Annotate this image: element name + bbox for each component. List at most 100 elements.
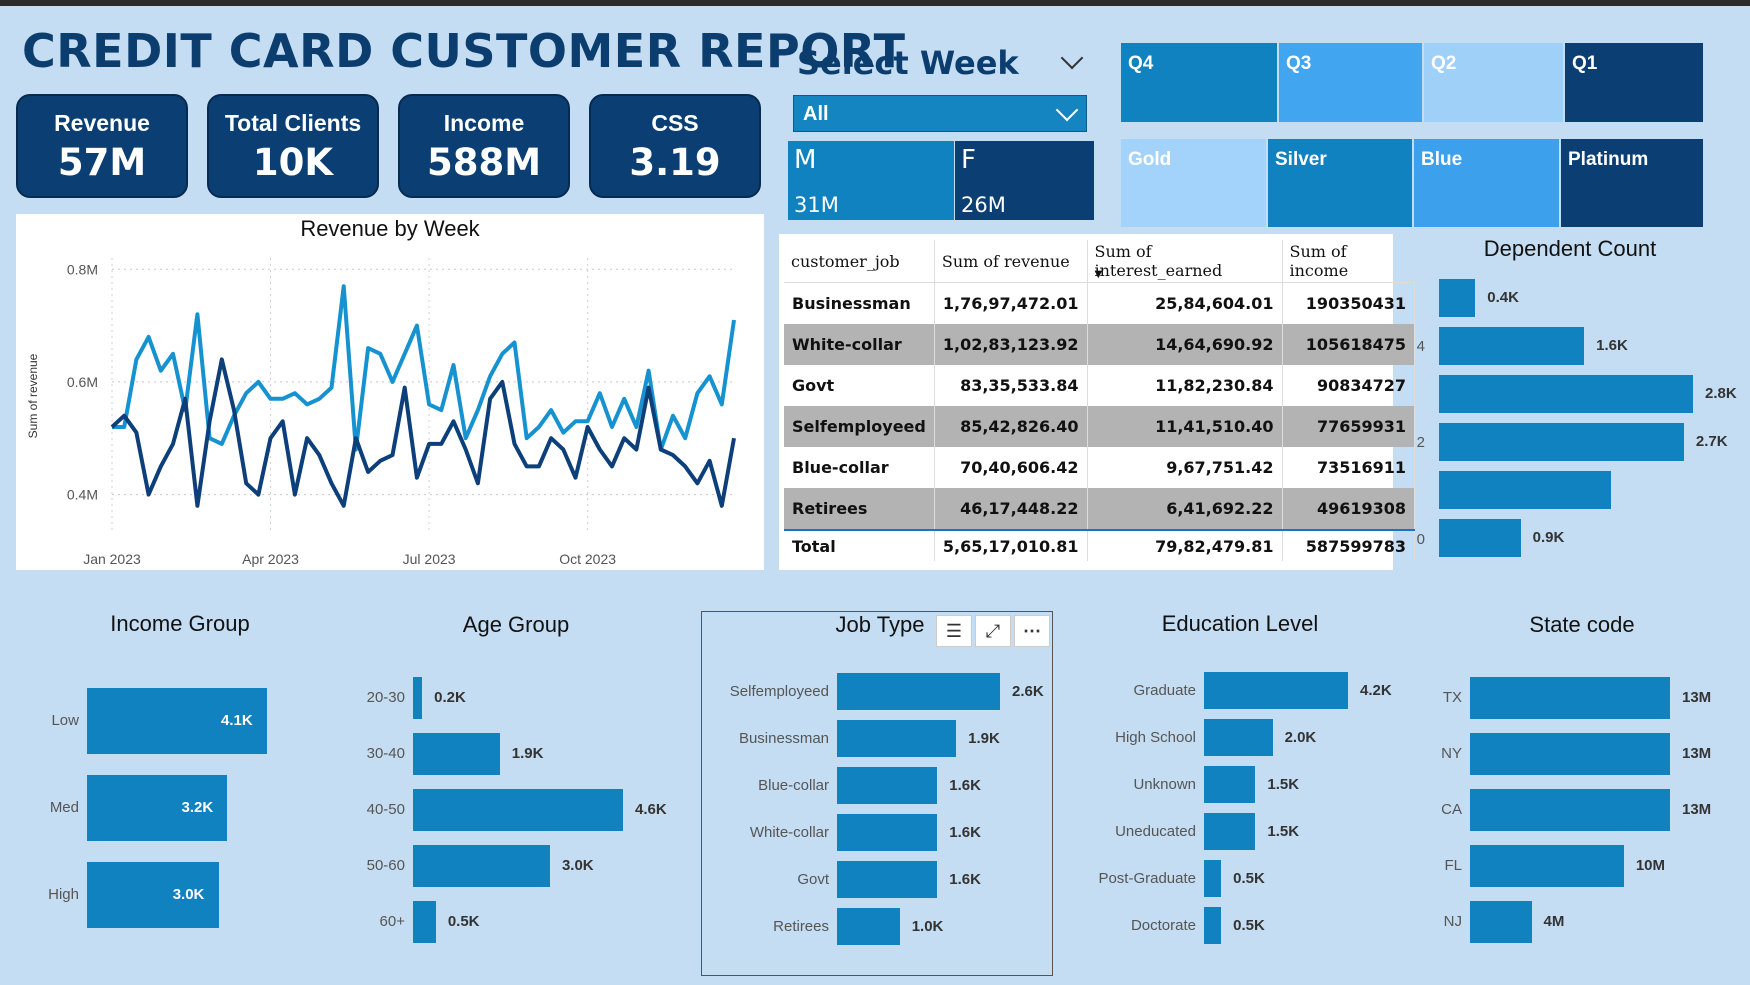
category-label: Low	[51, 712, 79, 729]
kpi-value: 57M	[57, 141, 147, 184]
table-cell-value: 6,41,692.22	[1087, 488, 1283, 530]
bar[interactable]	[413, 789, 623, 831]
bar[interactable]	[1204, 813, 1256, 850]
table-cell-value: 49619308	[1282, 488, 1415, 530]
bar[interactable]	[1470, 901, 1532, 943]
y-tick-label: 0.4M	[67, 487, 98, 503]
card-tile-platinum[interactable]: Platinum	[1561, 139, 1703, 227]
bar[interactable]	[1470, 789, 1670, 831]
y-tick-label: 0.8M	[67, 261, 98, 277]
table-row[interactable]: Selfemployeed 85,42,826.40 11,41,510.40 776…	[784, 406, 1415, 447]
bar[interactable]	[1439, 375, 1693, 413]
bar[interactable]	[1470, 845, 1624, 887]
table-cell-value: 85,42,826.40	[934, 406, 1088, 447]
table-row[interactable]: White-collar 1,02,83,123.92 14,64,690.92 10…	[784, 324, 1415, 365]
data-label: 0.5K	[1233, 869, 1265, 887]
bar[interactable]	[1439, 471, 1612, 509]
focus-mode-icon[interactable]: ⤢	[975, 615, 1011, 647]
category-label: High School	[1115, 728, 1196, 746]
data-label: 2.7K	[1695, 433, 1728, 450]
quarter-tile-q2[interactable]: Q2	[1424, 43, 1563, 122]
table-row[interactable]: Businessman 1,76,97,472.01 25,84,604.01 190…	[784, 282, 1415, 324]
x-tick-label: Jan 2023	[83, 551, 141, 567]
week-dropdown[interactable]: All	[793, 95, 1087, 132]
bar[interactable]	[1204, 860, 1222, 897]
data-label: 3.0K	[172, 886, 205, 903]
data-label: 0.5K	[447, 913, 480, 930]
bar[interactable]	[1204, 672, 1348, 709]
y-tick-label: 2	[1416, 434, 1425, 451]
dependent-chart-title: Dependent Count	[1483, 236, 1657, 261]
bar[interactable]	[413, 677, 423, 719]
week-dropdown-value: All	[803, 103, 829, 125]
card-tile-blue[interactable]: Blue	[1414, 139, 1559, 227]
bar[interactable]	[837, 673, 1000, 710]
bar[interactable]	[837, 767, 938, 804]
table-row[interactable]: Retirees 46,17,448.22 6,41,692.22 49619308	[784, 488, 1415, 530]
bar[interactable]	[413, 901, 436, 943]
card-tile-label: Gold	[1128, 149, 1172, 170]
table-cell-job: Retirees	[784, 488, 935, 530]
bar[interactable]	[837, 720, 957, 757]
gender-tile-m[interactable]: M 31M	[788, 141, 954, 220]
filter-icon[interactable]: ☰	[936, 615, 972, 647]
bar[interactable]	[837, 861, 938, 898]
data-label: 4.1K	[221, 712, 253, 729]
quarter-tile-q4[interactable]: Q4	[1121, 43, 1277, 122]
table-row[interactable]: Blue-collar 70,40,606.42 9,67,751.42 735169…	[784, 447, 1415, 488]
category-label: 20-30	[366, 689, 405, 706]
table-cell-value: 83,35,533.84	[934, 365, 1088, 406]
bar[interactable]	[413, 733, 500, 775]
state-code-title: State code	[1529, 612, 1635, 637]
table-cell-value: 1,76,97,472.01	[934, 282, 1088, 324]
category-label: Post-Graduate	[1098, 869, 1196, 887]
table-row[interactable]: Govt 83,35,533.84 11,82,230.84 90834727	[784, 365, 1415, 406]
card-tile-label: Platinum	[1568, 149, 1649, 170]
bar[interactable]	[837, 814, 938, 851]
data-label: 2.0K	[1284, 728, 1317, 746]
table-cell-job: Selfemployeed	[784, 406, 935, 447]
job-revenue-table: customer_job Sum of revenue Sum of inter…	[784, 240, 1415, 561]
bar[interactable]	[1204, 766, 1256, 803]
category-label: Selfemployeed	[729, 682, 829, 700]
bar[interactable]	[837, 908, 900, 945]
age-group-title: Age Group	[462, 612, 570, 637]
gender-tile-f[interactable]: F 26M	[955, 141, 1094, 220]
table-total-value: 587599783	[1282, 529, 1415, 561]
bar[interactable]	[1204, 719, 1273, 756]
data-label: 0.2K	[434, 689, 466, 706]
bar[interactable]	[1204, 907, 1222, 944]
category-label: Retirees	[773, 917, 829, 935]
category-label: Uneducated	[1115, 822, 1196, 840]
bar[interactable]	[1439, 327, 1585, 365]
data-label: 4.2K	[1360, 681, 1392, 699]
income-group-title: Income Group	[110, 611, 250, 636]
data-label: 1.6K	[949, 823, 981, 841]
kpi-label: CSS	[651, 110, 699, 136]
card-tile-gold[interactable]: Gold	[1121, 139, 1266, 227]
column-header[interactable]: customer_job	[784, 240, 935, 283]
category-label: FL	[1444, 857, 1462, 874]
table-cell-value: 105618475	[1282, 324, 1415, 365]
table-total-label: Total	[784, 529, 935, 561]
kpi-card-income: Income 588M	[398, 94, 570, 198]
bar[interactable]	[1470, 733, 1670, 775]
chevron-down-icon[interactable]	[1060, 46, 1084, 70]
quarter-tile-q3[interactable]: Q3	[1279, 43, 1422, 122]
column-header[interactable]: Sum of revenue	[934, 240, 1088, 283]
bar[interactable]	[1470, 677, 1670, 719]
card-tile-silver[interactable]: Silver	[1268, 139, 1412, 227]
bar[interactable]	[413, 845, 550, 887]
more-options-icon[interactable]: ⋯	[1014, 615, 1050, 647]
y-tick-label: 0.6M	[67, 374, 98, 390]
table-cell-value: 14,64,690.92	[1087, 324, 1283, 365]
column-header-sorted[interactable]: Sum of interest_earned ▼	[1087, 240, 1283, 283]
bar[interactable]	[1439, 519, 1521, 557]
bar[interactable]	[1439, 423, 1684, 461]
x-tick-label: Oct 2023	[559, 551, 616, 567]
kpi-label: Income	[443, 110, 525, 136]
category-label: NJ	[1443, 913, 1462, 930]
gender-tile-label: M	[794, 145, 817, 175]
bar[interactable]	[1439, 279, 1476, 317]
quarter-tile-q1[interactable]: Q1	[1565, 43, 1703, 122]
